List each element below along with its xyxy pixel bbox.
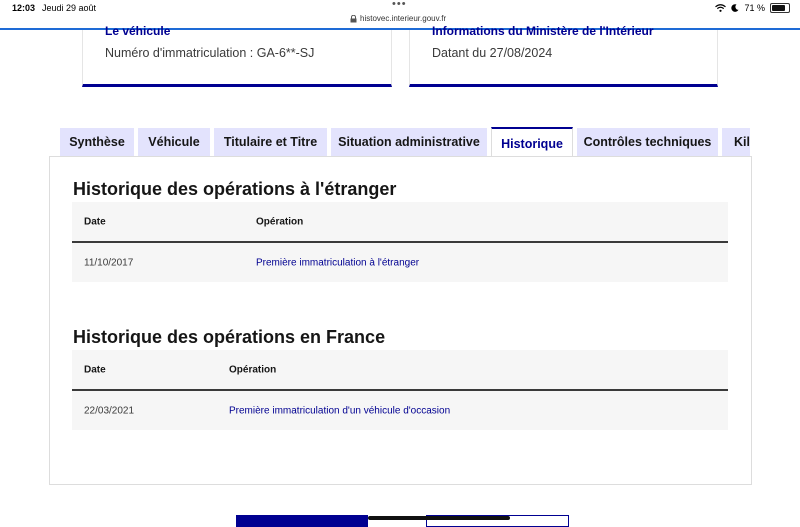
tab-situation[interactable]: Situation administrative xyxy=(331,128,487,156)
battery-icon xyxy=(770,3,790,13)
header-operation: Opération xyxy=(229,364,277,375)
tab-label: Titulaire et Titre xyxy=(223,135,318,149)
tab-label: Situation administrative xyxy=(338,135,480,149)
header-operation: Opération xyxy=(256,216,304,227)
history-panel: Historique des opérations à l'étranger D… xyxy=(49,156,752,485)
tab-synthese[interactable]: Synthèse xyxy=(60,128,134,156)
card-title: Le véhicule xyxy=(105,24,171,38)
status-date: Jeudi 29 août xyxy=(42,3,97,13)
row-operation-link[interactable]: Première immatriculation d'un véhicule d… xyxy=(229,405,450,416)
row-operation-link[interactable]: Première immatriculation à l'étranger xyxy=(256,257,419,268)
lock-icon xyxy=(350,14,357,22)
vehicle-card: Le véhicule Numéro d'immatriculation : G… xyxy=(82,24,392,87)
tab-titulaire[interactable]: Titulaire et Titre xyxy=(214,128,327,156)
tab-label: Kilo xyxy=(734,135,750,149)
moon-icon xyxy=(731,4,739,12)
tab-bar: Synthèse Véhicule Titulaire et Titre Sit… xyxy=(60,127,750,157)
address-bar[interactable]: histovec.interieur.gouv.fr xyxy=(350,14,450,23)
header-date: Date xyxy=(84,364,106,375)
foreign-history-title: Historique des opérations à l'étranger xyxy=(73,179,397,199)
status-right: 71 % xyxy=(715,3,790,13)
france-history-table: Date Opération 22/03/2021 Première immat… xyxy=(72,350,728,430)
tab-label: Historique xyxy=(501,137,563,151)
tab-label: Contrôles techniques xyxy=(583,135,712,149)
row-date: 22/03/2021 xyxy=(84,405,135,416)
foreign-history-table: Date Opération 11/10/2017 Première immat… xyxy=(72,202,728,282)
battery-percent: 71 % xyxy=(744,3,765,13)
tab-label: Véhicule xyxy=(148,135,200,149)
france-history-title: Historique des opérations en France xyxy=(73,327,386,347)
status-time: 12:03 xyxy=(12,3,36,13)
tab-controles[interactable]: Contrôles techniques xyxy=(577,128,718,156)
primary-button[interactable] xyxy=(236,515,368,527)
card-subtitle: Numéro d'immatriculation : GA-6**-SJ xyxy=(105,46,315,60)
header-date: Date xyxy=(84,216,106,227)
tab-historique[interactable]: Historique xyxy=(491,127,573,157)
table-row: 22/03/2021 Première immatriculation d'un… xyxy=(72,391,728,430)
home-indicator xyxy=(368,516,510,520)
table-header: Date Opération xyxy=(72,350,728,391)
url-text: histovec.interieur.gouv.fr xyxy=(360,14,447,23)
more-dots-icon[interactable]: ••• xyxy=(392,0,407,10)
table-row: 11/10/2017 Première immatriculation à l'… xyxy=(72,243,728,282)
card-title: Informations du Ministère de l'Intérieur xyxy=(432,24,654,38)
table-header: Date Opération xyxy=(72,202,728,243)
tab-kilometrage[interactable]: Kilo xyxy=(722,128,750,156)
ministry-card: Informations du Ministère de l'Intérieur… xyxy=(409,24,718,87)
row-date: 11/10/2017 xyxy=(84,257,134,268)
tab-vehicule[interactable]: Véhicule xyxy=(138,128,210,156)
card-subtitle: Datant du 27/08/2024 xyxy=(432,46,553,60)
wifi-icon xyxy=(715,4,727,12)
tab-label: Synthèse xyxy=(69,135,125,149)
